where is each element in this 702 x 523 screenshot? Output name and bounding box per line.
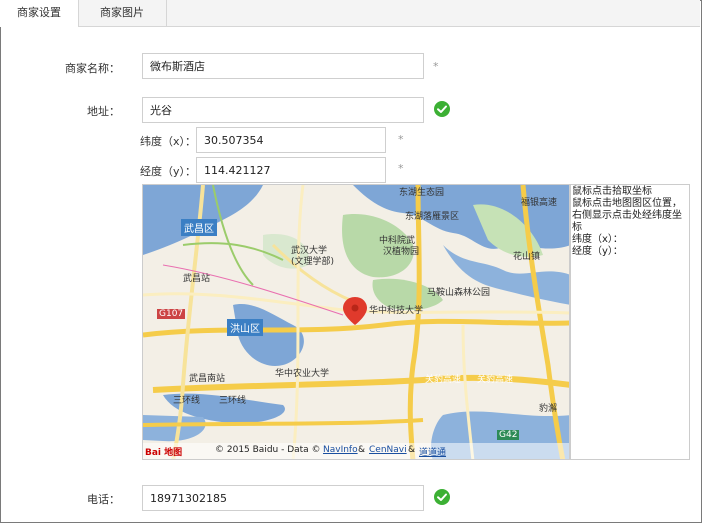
copyright-text: © 2015 Baidu - Data © [215, 445, 321, 455]
map-label-east-lake-eco: 东湖生态园 [399, 188, 445, 198]
map-view[interactable]: 武昌区 洪山区 东湖生态园 东湖落雁景区 武汉大学 (文理学部) 中科院武 汉植… [142, 184, 570, 460]
required-mark: * [398, 162, 404, 175]
map-label-wuchang-station: 武昌站 [183, 274, 211, 284]
info-line: 鼠标点击地图图区位置，右侧显示点击处经纬度坐标 [572, 198, 682, 233]
map-label-expressway: 关豹高速 [477, 375, 514, 385]
address-label: 地址： [87, 105, 120, 118]
map-label-g42: G42 [497, 430, 520, 440]
latitude-input[interactable] [196, 127, 386, 153]
valid-check-icon [434, 489, 450, 505]
required-mark: * [398, 133, 404, 146]
required-mark: * [433, 60, 439, 73]
tab-merchant-settings[interactable]: 商家设置 [0, 0, 79, 27]
map-label-wuchang: 武昌区 [181, 219, 217, 236]
latitude-label: 纬度（x）： [140, 135, 197, 148]
map-label-east-lake-scenic: 东湖落雁景区 [405, 212, 460, 222]
map-label-huashan: 花山镇 [513, 252, 541, 262]
longitude-label: 经度（y）： [140, 165, 197, 178]
map-copyright: Bai 地图 © 2015 Baidu - Data © NavInfo & C… [143, 443, 569, 459]
cennavi-link[interactable]: CenNavi [369, 445, 407, 455]
phone-input[interactable] [142, 485, 424, 511]
map-label-ring3: 三环线 [219, 396, 247, 406]
amp: & [408, 445, 416, 455]
map-label-wuchang-south: 武昌南站 [189, 374, 226, 384]
baidu-logo: Bai 地图 [145, 448, 183, 458]
map-label-fuyin: 福银高速 [521, 198, 558, 208]
amp: & [358, 445, 366, 455]
coordinate-info-panel: 鼠标点击拾取坐标 鼠标点击地图图区位置，右侧显示点击处经纬度坐标 纬度（x）： … [570, 184, 690, 460]
valid-check-icon [434, 101, 450, 117]
merchant-name-input[interactable] [142, 53, 424, 79]
longitude-input[interactable] [196, 157, 386, 183]
map-label-baozhen: 豹澥 [539, 404, 558, 414]
info-lng: 经度（y）： [572, 246, 623, 257]
info-line: 鼠标点击拾取坐标 [572, 186, 652, 197]
phone-label: 电话： [87, 493, 120, 506]
tab-bar: 商家设置 商家图片 [0, 0, 700, 27]
navinfo-link[interactable]: NavInfo [323, 445, 358, 455]
map-label-whu-sub: (文理学部) [291, 257, 335, 267]
map-label-g107: G107 [157, 309, 186, 319]
tab-merchant-images[interactable]: 商家图片 [78, 0, 167, 26]
map-label-expressway: 关豹高速 [425, 375, 462, 385]
address-input[interactable] [142, 97, 424, 123]
map-label-maanshan: 马鞍山森林公园 [427, 288, 491, 298]
map-label-huanong: 华中农业大学 [275, 369, 330, 379]
map-label-ring3: 三环线 [173, 396, 201, 406]
merchant-name-label: 商家名称： [65, 62, 120, 75]
info-lat: 纬度（x）： [572, 234, 623, 245]
map-label-hongshan: 洪山区 [227, 319, 263, 336]
daodaotong-link[interactable]: 道道通 [419, 445, 446, 458]
map-label-hust: 华中科技大学 [369, 306, 424, 316]
map-label-cas-garden-sub: 汉植物园 [383, 247, 420, 257]
